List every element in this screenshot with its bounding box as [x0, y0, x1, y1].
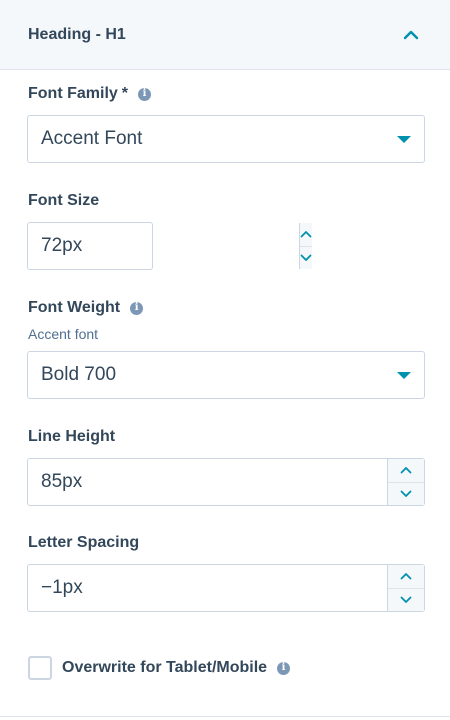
- line-height-field: [27, 458, 425, 506]
- letter-spacing-stepper: [387, 565, 424, 611]
- font-size-stepper: [299, 223, 312, 269]
- font-weight-sublabel: Accent font: [28, 326, 99, 342]
- decrement-button[interactable]: [388, 587, 424, 612]
- overwrite-checkbox[interactable]: [28, 656, 52, 680]
- font-weight-select[interactable]: Bold 700: [27, 351, 425, 399]
- font-size-label-text: Font Size: [28, 192, 100, 209]
- font-size-field: [27, 222, 312, 270]
- chevron-down-icon: [300, 254, 312, 261]
- chevron-up-icon: [300, 231, 312, 238]
- chevron-up-icon: [400, 573, 412, 580]
- font-weight-label: Font Weight i: [28, 299, 144, 317]
- font-weight-label-text: Font Weight: [28, 299, 121, 316]
- caret-down-icon: [397, 371, 411, 379]
- decrement-button[interactable]: [388, 481, 424, 506]
- decrement-button[interactable]: [300, 245, 312, 270]
- chevron-up-icon: [400, 467, 412, 474]
- chevron-down-icon: [400, 596, 412, 603]
- font-family-value: Accent Font: [41, 128, 143, 149]
- letter-spacing-label-text: Letter Spacing: [28, 534, 140, 551]
- required-mark: *: [121, 85, 129, 102]
- overwrite-label: Overwrite for Tablet/Mobile: [62, 659, 268, 676]
- font-size-label: Font Size: [28, 192, 99, 210]
- font-weight-value: Bold 700: [41, 364, 117, 385]
- letter-spacing-label: Letter Spacing: [28, 534, 139, 552]
- info-icon[interactable]: i: [277, 661, 291, 675]
- divider: [0, 716, 450, 717]
- line-height-label-text: Line Height: [28, 428, 116, 445]
- section-header[interactable]: Heading - H1: [0, 0, 450, 70]
- font-family-label: Font Family * i: [28, 85, 152, 103]
- info-icon[interactable]: i: [130, 301, 144, 315]
- line-height-label: Line Height: [28, 428, 115, 446]
- increment-button[interactable]: [388, 565, 424, 588]
- collapse-button[interactable]: [400, 24, 422, 46]
- font-family-select[interactable]: Accent Font: [27, 115, 425, 163]
- letter-spacing-field: [27, 564, 425, 612]
- line-height-stepper: [387, 459, 424, 505]
- font-size-input[interactable]: [28, 223, 299, 269]
- info-icon[interactable]: i: [138, 87, 152, 101]
- section-title: Heading - H1: [28, 25, 126, 43]
- increment-button[interactable]: [388, 459, 424, 482]
- font-family-label-text: Font Family: [28, 85, 118, 102]
- increment-button[interactable]: [300, 223, 312, 246]
- caret-down-icon: [397, 135, 411, 143]
- chevron-up-icon: [403, 30, 419, 39]
- overwrite-checkbox-row[interactable]: Overwrite for Tablet/Mobile i: [28, 656, 291, 680]
- line-height-input[interactable]: [28, 459, 387, 505]
- chevron-down-icon: [400, 490, 412, 497]
- letter-spacing-input[interactable]: [28, 565, 387, 611]
